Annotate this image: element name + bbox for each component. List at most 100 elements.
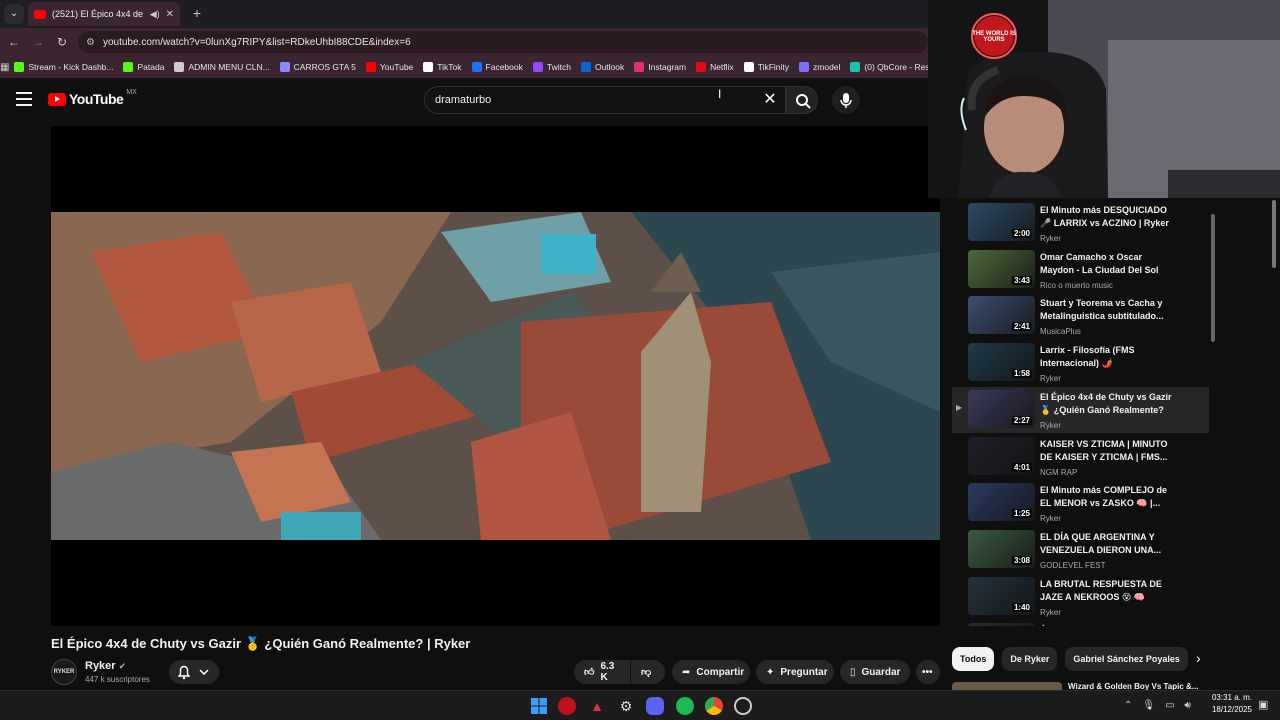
related-video-title[interactable]: El Épico 4x4 de Chuty vs Gazir 🥇 ¿Quién …	[1040, 391, 1172, 417]
discord-icon[interactable]	[646, 697, 664, 715]
video-thumbnail[interactable]: 2:41	[968, 296, 1035, 335]
related-video-item[interactable]: 2:41 Stuart y Teorema vs Cacha y Metaling…	[952, 293, 1209, 339]
dislike-button[interactable]: 👎︎	[631, 660, 665, 684]
bookmark-item[interactable]: YouTube	[361, 62, 418, 72]
related-video-item[interactable]: ▶ 2:27 El Épico 4x4 de Chuty vs Gazir 🥇 ¿Q…	[952, 386, 1209, 433]
spotify-icon[interactable]	[676, 697, 694, 715]
menu-icon[interactable]	[16, 92, 32, 106]
bookmark-item[interactable]: Stream - Kick Dashb...	[9, 62, 118, 72]
bookmark-item[interactable]: Facebook	[467, 62, 528, 72]
related-video-channel[interactable]: Rico o muerto music	[1040, 281, 1113, 290]
video-thumbnail[interactable]: 1:40	[968, 576, 1035, 615]
playlist-scrollbar[interactable]	[1211, 214, 1215, 342]
browser-tab-active[interactable]: (2521) El Épico 4x4 de Chuty vs Gazir 🥇 …	[28, 2, 180, 26]
obs-icon[interactable]	[734, 697, 752, 715]
related-video-item[interactable]: 3:43 Omar Camacho x Oscar Maydon - La Ciu…	[952, 247, 1209, 293]
chrome-icon[interactable]	[705, 697, 723, 715]
search-input[interactable]: dramaturbo	[424, 86, 786, 114]
bookmark-item[interactable]: CARROS GTA 5	[275, 62, 361, 72]
bookmark-item[interactable]: ADMIN MENU CLN...	[169, 62, 274, 72]
opera-icon[interactable]	[558, 697, 576, 715]
channel-name[interactable]: Ryker ✔	[85, 660, 126, 672]
related-video-title[interactable]: Larrix - Filosofía (FMS Internacional) 🌶…	[1040, 344, 1172, 370]
video-thumbnail[interactable]: 3:43	[968, 249, 1035, 288]
chip-from-ryker[interactable]: De Ryker	[1002, 647, 1058, 671]
chevron-up-icon[interactable]: ⌃	[1124, 700, 1132, 711]
related-video-item[interactable]: 3:08 EL DÍA QUE ARGENTINA Y VENEZUELA DIE…	[952, 527, 1209, 573]
app-triangle-icon[interactable]: ▲	[588, 697, 606, 715]
related-video-title[interactable]: ÉPICO 4X4...TRUENO	[1040, 624, 1172, 626]
ask-button[interactable]: ✦ Preguntar	[756, 660, 834, 684]
related-video-item[interactable]: 1:40 LA BRUTAL RESPUESTA DE JAZE A NEKROO…	[952, 574, 1209, 620]
tab-search-button[interactable]: ⌄	[4, 4, 24, 24]
back-arrow-icon[interactable]: ←	[6, 34, 22, 50]
chip-all[interactable]: Todos	[952, 647, 995, 671]
like-button[interactable]: 👍︎ 6.3 K	[574, 660, 630, 684]
bookmark-item[interactable]: Patada	[118, 62, 169, 72]
windows-start-icon[interactable]	[530, 697, 548, 715]
chevron-right-icon[interactable]: ›	[1196, 650, 1201, 666]
related-video-item[interactable]: 4:01 KAISER VS ZTICMA | MINUTO DE KAISER …	[952, 434, 1209, 480]
next-video-title[interactable]: Wizard & Golden Boy Vs Tapic &...	[1068, 682, 1198, 690]
video-thumbnail[interactable]: 1:58	[968, 343, 1035, 382]
search-button[interactable]	[786, 86, 818, 114]
more-actions-button[interactable]: •••	[916, 660, 940, 684]
speaker-icon[interactable]: ◀)	[150, 9, 160, 20]
related-video-channel[interactable]: Ryker	[1040, 421, 1061, 430]
system-clock[interactable]: 03:31 a. m. 18/12/2025	[1206, 692, 1252, 716]
apps-grid-icon[interactable]: ▦	[0, 62, 9, 73]
related-video-item[interactable]: 1:25 El Minuto más COMPLEJO de EL MENOR v…	[952, 480, 1209, 526]
video-thumbnail[interactable]: 3:08	[968, 529, 1035, 568]
video-thumbnail[interactable]	[968, 623, 1035, 626]
bookmark-item[interactable]: Instagram	[629, 62, 691, 72]
network-icon[interactable]: ▭	[1165, 700, 1174, 711]
notifications-button[interactable]	[169, 660, 219, 684]
related-video-title[interactable]: EL DÍA QUE ARGENTINA Y VENEZUELA DIERON …	[1040, 531, 1172, 557]
forward-arrow-icon[interactable]: →	[30, 34, 46, 50]
related-video-item[interactable]: ÉPICO 4X4...TRUENO	[952, 620, 1209, 626]
bookmark-item[interactable]: Netflix	[691, 62, 739, 72]
related-video-channel[interactable]: MusicaPlus	[1040, 327, 1081, 336]
close-tab-icon[interactable]: ✕	[166, 9, 174, 20]
video-thumbnail[interactable]: 2:00	[968, 203, 1035, 241]
related-video-channel[interactable]: Ryker	[1040, 234, 1061, 243]
related-video-channel[interactable]: Ryker	[1040, 514, 1061, 523]
bookmark-item[interactable]: Outlook	[576, 62, 629, 72]
clear-search-icon[interactable]: ✕	[760, 90, 780, 110]
related-video-title[interactable]: El Minuto más DESQUICIADO 🎤 LARRIX vs AC…	[1040, 204, 1172, 230]
related-video-title[interactable]: LA BRUTAL RESPUESTA DE JAZE A NEKROOS 😵 …	[1040, 578, 1172, 604]
new-tab-button[interactable]: +	[188, 4, 206, 22]
settings-gear-icon[interactable]: ⚙	[617, 697, 635, 715]
related-video-item[interactable]: 1:58 Larrix - Filosofía (FMS Internaciona…	[952, 340, 1209, 386]
related-video-channel[interactable]: Ryker	[1040, 374, 1061, 383]
bookmark-item[interactable]: (0) QbCore - Res	[845, 62, 928, 72]
notification-icon[interactable]: ▣	[1258, 698, 1268, 711]
related-video-title[interactable]: El Minuto más COMPLEJO de EL MENOR vs ZA…	[1040, 484, 1172, 510]
related-video-channel[interactable]: Ryker	[1040, 608, 1061, 617]
video-thumbnail[interactable]: 2:27	[968, 389, 1035, 428]
video-player[interactable]	[51, 126, 940, 626]
bookmark-item[interactable]: zmodel	[794, 62, 845, 72]
bookmark-item[interactable]: TikTok	[418, 62, 466, 72]
reload-icon[interactable]: ↻	[54, 34, 70, 50]
bookmark-item[interactable]: TikFinity	[739, 62, 794, 72]
microphone-tray-icon[interactable]: 🎙︎	[1142, 700, 1155, 711]
bookmark-item[interactable]: Twitch	[528, 62, 576, 72]
chip-gabriel[interactable]: Gabriel Sánchez Poyales	[1065, 647, 1188, 671]
related-video-title[interactable]: Stuart y Teorema vs Cacha y Metalinguist…	[1040, 297, 1172, 323]
page-scrollbar[interactable]	[1272, 200, 1276, 268]
site-info-icon[interactable]: ⚙	[86, 37, 95, 48]
related-video-channel[interactable]: NGM RAP	[1040, 468, 1077, 477]
video-thumbnail[interactable]: 1:25	[968, 483, 1035, 522]
channel-avatar[interactable]: RYKER	[51, 659, 77, 685]
save-button[interactable]: ▯ Guardar	[840, 660, 910, 684]
related-video-item[interactable]: 2:00 El Minuto más DESQUICIADO 🎤 LARRIX v…	[952, 200, 1209, 246]
address-bar[interactable]: ⚙ youtube.com/watch?v=0lunXg7RIPY&list=R…	[78, 31, 928, 53]
volume-icon[interactable]: 🔊︎	[1185, 700, 1191, 711]
youtube-logo[interactable]: YouTube MX	[48, 89, 137, 107]
video-thumbnail[interactable]: 4:01	[968, 436, 1035, 475]
share-button[interactable]: ➦ Compartir	[672, 660, 750, 684]
related-video-channel[interactable]: GODLEVEL FEST	[1040, 561, 1106, 570]
next-thumbnail[interactable]	[952, 682, 1062, 690]
related-video-title[interactable]: KAISER VS ZTICMA | MINUTO DE KAISER Y ZT…	[1040, 438, 1172, 464]
